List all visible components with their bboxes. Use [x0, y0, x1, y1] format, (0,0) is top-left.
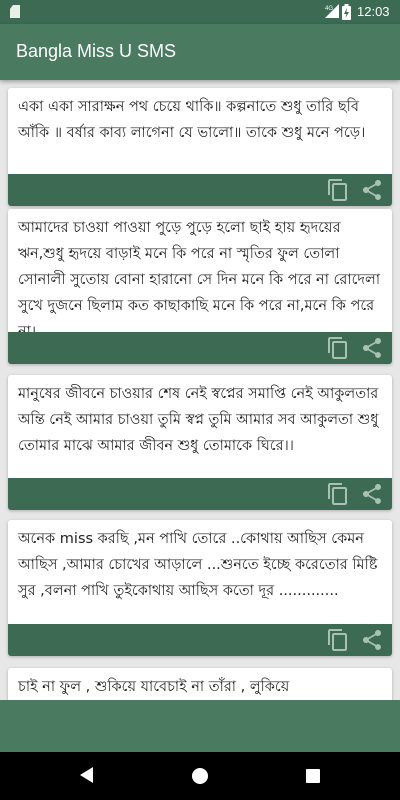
- sms-text: একা একা সারাক্ষন পথ চেয়ে থাকি॥ কল্পনাতে…: [18, 99, 366, 141]
- sms-text: চাই না ফুল , শুকিয়ে যাবেচাই না তাঁরা , …: [18, 679, 290, 695]
- status-bar: 4G 12:03: [0, 0, 400, 24]
- recents-icon[interactable]: [306, 769, 320, 783]
- card-actions: [8, 624, 392, 656]
- signal-icon: 4G: [325, 4, 339, 18]
- bottom-bar: [0, 700, 400, 752]
- home-icon[interactable]: [192, 768, 208, 784]
- card-actions: [8, 478, 392, 510]
- share-icon[interactable]: [360, 178, 384, 202]
- copy-icon[interactable]: [326, 178, 350, 202]
- copy-icon[interactable]: [326, 482, 350, 506]
- sms-card: চাই না ফুল , শুকিয়ে যাবেচাই না তাঁরা , …: [8, 668, 392, 700]
- status-time: 12:03: [357, 4, 390, 19]
- sms-text: আমাদের চাওয়া পাওয়া পুড়ে পুড়ে হলো ছাই…: [18, 220, 381, 340]
- share-icon[interactable]: [360, 336, 384, 360]
- sd-card-icon: [10, 5, 20, 18]
- card-actions: [8, 174, 392, 206]
- copy-icon[interactable]: [326, 336, 350, 360]
- app-title: Bangla Miss U SMS: [16, 41, 177, 61]
- sms-card: মানুষের জীবনে চাওয়ার শেষ নেই স্বপ্নের স…: [8, 375, 392, 510]
- back-icon[interactable]: [80, 767, 93, 783]
- share-icon[interactable]: [360, 482, 384, 506]
- svg-text:4G: 4G: [325, 6, 333, 12]
- battery-icon: [342, 4, 351, 20]
- sms-text: মানুষের জীবনে চাওয়ার শেষ নেই স্বপ্নের স…: [18, 386, 379, 454]
- card-actions: [8, 332, 392, 364]
- copy-icon[interactable]: [326, 628, 350, 652]
- sms-card: অনেক miss করছি ,মন পাখি তোরে ..কোথায় আছ…: [8, 520, 392, 656]
- system-nav-bar: [0, 752, 400, 800]
- sms-list[interactable]: একা একা সারাক্ষন পথ চেয়ে থাকি॥ কল্পনাতে…: [0, 80, 400, 700]
- sms-card: একা একা সারাক্ষন পথ চেয়ে থাকি॥ কল্পনাতে…: [8, 88, 392, 206]
- share-icon[interactable]: [360, 628, 384, 652]
- app-bar: Bangla Miss U SMS: [0, 24, 400, 80]
- sms-text: অনেক miss করছি ,মন পাখি তোরে ..কোথায় আছ…: [18, 531, 378, 599]
- sms-card: আমাদের চাওয়া পাওয়া পুড়ে পুড়ে হলো ছাই…: [8, 209, 392, 364]
